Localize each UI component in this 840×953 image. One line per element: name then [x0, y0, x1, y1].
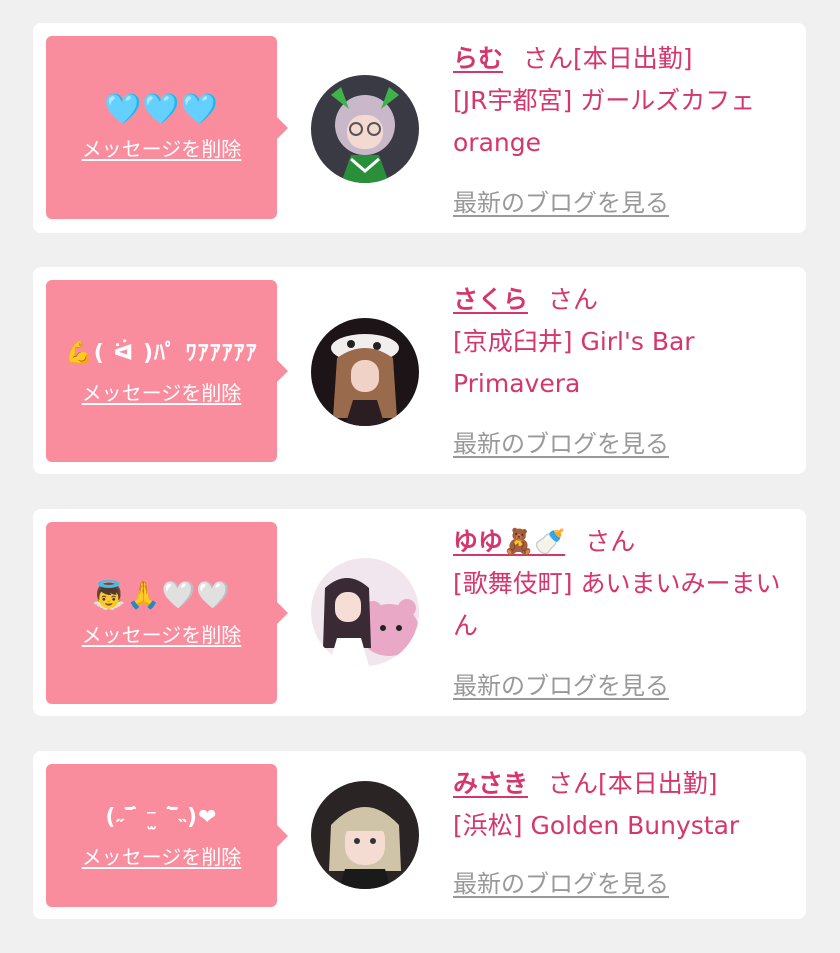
cast-info: さくら さん [京成臼井] Girl's Bar Primavera 最新のブログ… [453, 279, 786, 458]
message-bubble: 👼🙏🤍🤍 メッセージを削除 [46, 522, 288, 704]
profile-photo-icon [311, 318, 419, 426]
cast-info: らむ さん[本日出勤] [JR宇都宮] ガールズカフェ orange 最新のブログ… [453, 38, 786, 217]
message-bubble: 🩵🩵🩵 メッセージを削除 [46, 36, 288, 219]
avatar[interactable] [311, 75, 419, 183]
message-text: 👼🙏🤍🤍 [92, 579, 231, 611]
latest-blog-link[interactable]: 最新のブログを見る [453, 863, 669, 905]
cast-info: ゆゆ🧸🍼 さん [歌舞伎町] あいまいみーまいん 最新のブログを見る [453, 521, 786, 700]
message-card: 👼🙏🤍🤍 メッセージを削除 ゆゆ🧸🍼 さん [歌舞伎町] あいまいみーまいん 最新… [33, 509, 806, 716]
message-text: (˶‾᷄ ⁻̫ ‾᷅˵)❤ [105, 805, 218, 830]
message-bubble: (˶‾᷄ ⁻̫ ‾᷅˵)❤ メッセージを削除 [46, 764, 288, 907]
avatar[interactable] [311, 318, 419, 426]
avatar[interactable] [311, 781, 419, 889]
message-card: 💪( ᐛ )ﾊﾟ ﾜｱｱｱｱｱ メッセージを削除 さくら さん [京成臼井] Gi… [33, 267, 806, 474]
latest-blog-link[interactable]: 最新のブログを見る [453, 665, 669, 707]
cast-name-link[interactable]: ゆゆ🧸🍼 [453, 527, 565, 556]
delete-message-link[interactable]: メッセージを削除 [82, 377, 242, 406]
shop-text: [浜松] Golden Bunystar [453, 811, 740, 840]
message-text: 💪( ᐛ )ﾊﾟ ﾜｱｱｱｱｱ [65, 340, 258, 366]
message-bubble: 💪( ᐛ )ﾊﾟ ﾜｱｱｱｱｱ メッセージを削除 [46, 280, 288, 462]
delete-message-link[interactable]: メッセージを削除 [82, 133, 242, 162]
name-line: さくら さん [453, 279, 786, 321]
shop-text: [歌舞伎町] あいまいみーまいん [453, 569, 781, 640]
honorific-status: さん[本日出勤] [548, 769, 718, 798]
profile-photo-icon [311, 75, 419, 183]
cast-name-link[interactable]: みさき [453, 769, 528, 798]
message-text: 🩵🩵🩵 [103, 92, 220, 127]
message-card: (˶‾᷄ ⁻̫ ‾᷅˵)❤ メッセージを削除 みさき さん[本日出勤] [浜松] … [33, 751, 806, 919]
delete-message-link[interactable]: メッセージを削除 [82, 619, 242, 648]
honorific-status: さん[本日出勤] [523, 44, 693, 73]
message-card: 🩵🩵🩵 メッセージを削除 らむ さん[本日出勤] [JR宇都宮] ガールズカフェ … [33, 23, 806, 233]
name-line: みさき さん[本日出勤] [453, 763, 786, 805]
latest-blog-link[interactable]: 最新のブログを見る [453, 423, 669, 465]
name-line: ゆゆ🧸🍼 さん [453, 521, 786, 563]
avatar[interactable] [311, 558, 419, 666]
name-line: らむ さん[本日出勤] [453, 38, 786, 80]
cast-name-link[interactable]: さくら [453, 285, 528, 314]
shop-text: [京成臼井] Girl's Bar Primavera [453, 327, 695, 398]
honorific-status: さん [585, 527, 636, 556]
honorific-status: さん [548, 285, 599, 314]
delete-message-link[interactable]: メッセージを削除 [82, 841, 242, 870]
profile-photo-icon [311, 558, 419, 666]
cast-info: みさき さん[本日出勤] [浜松] Golden Bunystar 最新のブログを… [453, 763, 786, 898]
shop-text: [JR宇都宮] ガールズカフェ orange [453, 86, 756, 157]
cast-name-link[interactable]: らむ [453, 44, 503, 73]
latest-blog-link[interactable]: 最新のブログを見る [453, 182, 669, 224]
profile-photo-icon [311, 781, 419, 889]
